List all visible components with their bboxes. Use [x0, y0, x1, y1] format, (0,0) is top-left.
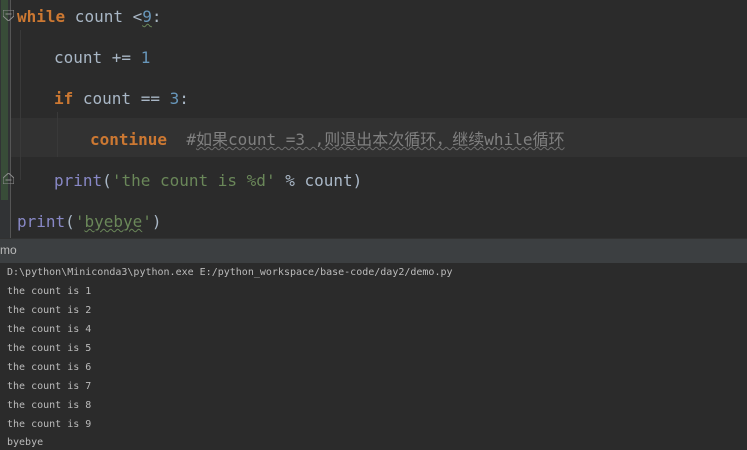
code-line-if[interactable]: if count == 3: — [54, 89, 189, 109]
run-tab-title[interactable]: mo — [0, 243, 17, 257]
paren-open: ( — [65, 212, 75, 231]
colon: : — [151, 7, 162, 26]
console-output[interactable]: D:\python\Miniconda3\python.exe E:/pytho… — [0, 263, 747, 450]
builtin-print: print — [17, 212, 66, 231]
number-9: 9 — [142, 7, 152, 26]
code-line-continue[interactable]: continue #如果count =3 ,则退出本次循环，继续while循环 — [90, 130, 564, 150]
paren-close: ) — [151, 212, 162, 231]
code-line-print-bye[interactable]: print('byebye') — [17, 212, 162, 232]
fold-icon[interactable] — [3, 10, 14, 21]
paren-open: ( — [102, 171, 112, 190]
string-format: 'the count is %d' — [111, 171, 276, 190]
change-marker — [1, 0, 8, 200]
console-line: the count is 6 — [7, 362, 92, 373]
comment-text: 如果count =3 ,则退出本次循环，继续while循环 — [195, 130, 565, 149]
console-line: the count is 9 — [7, 419, 92, 430]
comment-hash: # — [186, 130, 196, 149]
indent-guide — [20, 30, 21, 180]
keyword-continue: continue — [90, 130, 168, 149]
console-line: byebye — [7, 437, 44, 448]
code-line-while[interactable]: while count <9: — [17, 7, 162, 27]
console-line: the count is 8 — [7, 400, 92, 411]
console-line: the count is 2 — [7, 305, 92, 316]
indent-guide — [57, 112, 58, 157]
run-panel-header[interactable]: mo — [0, 238, 747, 264]
console-line: the count is 5 — [7, 343, 92, 354]
condition-expr: count == — [73, 89, 170, 108]
number-1: 1 — [140, 48, 151, 67]
console-line: the count is 4 — [7, 324, 92, 335]
colon: : — [179, 89, 189, 108]
code-editor[interactable]: while count <9: count += 1 if count == 3… — [0, 0, 747, 238]
keyword-if: if — [54, 89, 74, 108]
quote-close: ' — [142, 212, 152, 231]
code-line-print-count[interactable]: print('the count is %d' % count) — [54, 171, 362, 191]
console-line: the count is 1 — [7, 286, 92, 297]
fold-end-icon[interactable] — [3, 173, 14, 184]
code-line-increment[interactable]: count += 1 — [54, 48, 150, 68]
variable-count: count — [65, 7, 133, 26]
format-args: % count) — [275, 171, 363, 190]
string-byebye: byebye — [84, 212, 143, 231]
operator-lt: < — [132, 7, 143, 26]
builtin-print: print — [54, 171, 103, 190]
number-3: 3 — [169, 89, 180, 108]
console-line: D:\python\Miniconda3\python.exe E:/pytho… — [7, 267, 453, 278]
quote-open: ' — [74, 212, 85, 231]
keyword-while: while — [17, 7, 66, 26]
console-line: the count is 7 — [7, 381, 92, 392]
increment-expr: count += — [54, 48, 141, 67]
